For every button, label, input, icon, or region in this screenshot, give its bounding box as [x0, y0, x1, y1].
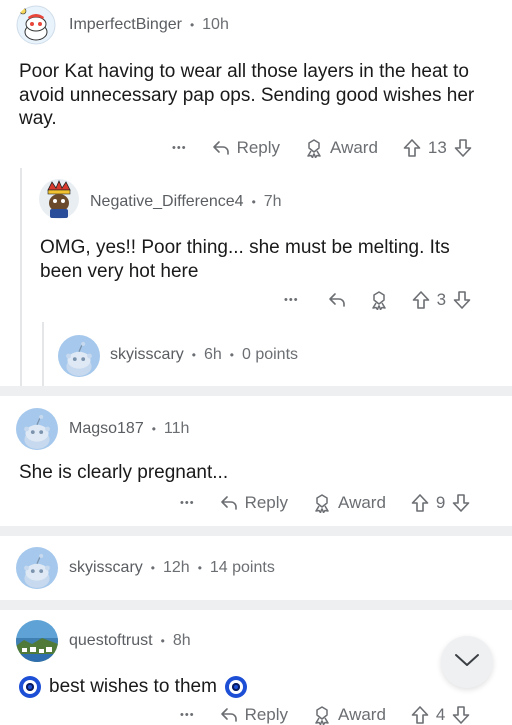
comment-age: 7h [263, 193, 282, 210]
comment-age: 10h [202, 16, 229, 33]
award-icon [304, 138, 324, 158]
thread-separator [0, 386, 512, 396]
thread-line[interactable] [42, 322, 44, 386]
vote-controls: 3 [411, 290, 472, 310]
award-button[interactable]: Award [304, 138, 378, 158]
comment-actions: ••• 3 [284, 285, 472, 315]
comment-points: 14 points [209, 559, 275, 576]
upvote-icon[interactable] [402, 138, 422, 158]
vote-count: 4 [435, 705, 446, 724]
username[interactable]: ImperfectBinger [69, 16, 182, 34]
comment-body: Poor Kat having to wear all those layers… [19, 61, 475, 129]
comment-body: She is clearly pregnant... [19, 462, 229, 483]
upvote-icon[interactable] [410, 493, 430, 513]
downvote-icon[interactable] [452, 290, 472, 310]
comment-actions: ••• Reply Award 13 [172, 133, 473, 163]
meta-separator: • [150, 561, 155, 575]
comment-points: 0 points [241, 346, 299, 363]
downvote-icon[interactable] [451, 493, 471, 513]
more-icon[interactable]: ••• [180, 709, 195, 721]
comment-age: 8h [172, 632, 191, 649]
scroll-down-button[interactable] [441, 636, 493, 688]
username[interactable]: Magso187 [69, 420, 144, 438]
meta-separator: • [160, 634, 165, 648]
meta-separator: • [197, 561, 202, 575]
comment-meta: questoftrust • 8h [69, 632, 191, 650]
reply-icon [211, 138, 231, 158]
vote-count: 3 [436, 290, 447, 309]
avatar[interactable] [38, 178, 80, 220]
reply-label: Reply [244, 705, 289, 724]
chevron-down-icon [454, 653, 480, 672]
username[interactable]: questoftrust [69, 632, 153, 650]
upvote-icon[interactable] [410, 705, 430, 725]
reply-label: Reply [244, 493, 289, 512]
more-icon[interactable]: ••• [172, 142, 187, 154]
comment-body: OMG, yes!! Poor thing... she must be mel… [40, 237, 450, 282]
reply-button[interactable]: Reply [219, 493, 288, 513]
comment-meta: skyisscary • 12h • 14 points [69, 559, 275, 577]
meta-separator: • [189, 18, 195, 32]
vote-count: 13 [427, 138, 447, 157]
downvote-icon[interactable] [453, 138, 473, 158]
avatar[interactable] [16, 5, 56, 45]
reply-label: Reply [236, 138, 281, 157]
meta-separator: • [229, 348, 234, 362]
username[interactable]: Negative_Difference4 [90, 193, 244, 211]
thread-separator [0, 600, 512, 610]
award-label: Award [338, 493, 386, 512]
avatar[interactable] [16, 620, 58, 662]
more-icon[interactable]: ••• [284, 294, 299, 306]
comment-meta: skyisscary • 6h • 0 points [110, 346, 298, 364]
comment-body-text: best wishes to them [49, 676, 217, 697]
comment-actions: ••• Reply Award 9 [180, 488, 471, 518]
username[interactable]: skyisscary [69, 559, 143, 577]
meta-separator: • [191, 348, 196, 362]
award-icon [312, 705, 332, 725]
reply-icon[interactable] [327, 290, 347, 310]
comment-actions: ••• Reply Award 4 [180, 700, 471, 725]
reply-button[interactable]: Reply [211, 138, 280, 158]
award-button[interactable]: Award [312, 705, 386, 725]
nazar-eye-icon [19, 675, 41, 698]
reply-icon [219, 705, 239, 725]
nazar-eye-icon [224, 675, 247, 698]
comment-meta: Magso187 • 11h [69, 420, 189, 438]
reply-button[interactable]: Reply [219, 705, 288, 725]
comment-age: 11h [163, 420, 190, 437]
thread-separator [0, 526, 512, 536]
vote-controls: 4 [410, 705, 471, 725]
thread-line[interactable] [20, 168, 22, 386]
avatar[interactable] [16, 547, 58, 589]
comment-meta: ImperfectBinger • 10h [69, 16, 229, 34]
reply-icon [219, 493, 239, 513]
comment-age: 12h [162, 559, 190, 576]
award-icon [312, 493, 332, 513]
upvote-icon[interactable] [411, 290, 431, 310]
vote-controls: 9 [410, 493, 471, 513]
award-icon[interactable] [369, 290, 389, 310]
vote-controls: 13 [402, 138, 473, 158]
comment-meta: Negative_Difference4 • 7h [90, 193, 282, 211]
avatar[interactable] [58, 335, 100, 377]
comment-age: 6h [203, 346, 222, 363]
avatar[interactable] [16, 408, 58, 450]
award-label: Award [338, 705, 386, 724]
meta-separator: • [251, 195, 256, 209]
username[interactable]: skyisscary [110, 346, 184, 364]
comment-body: best wishes to them [19, 675, 459, 699]
meta-separator: • [151, 422, 156, 436]
more-icon[interactable]: ••• [180, 497, 195, 509]
vote-count: 9 [435, 493, 446, 512]
award-button[interactable]: Award [312, 493, 386, 513]
downvote-icon[interactable] [451, 705, 471, 725]
award-label: Award [330, 138, 378, 157]
